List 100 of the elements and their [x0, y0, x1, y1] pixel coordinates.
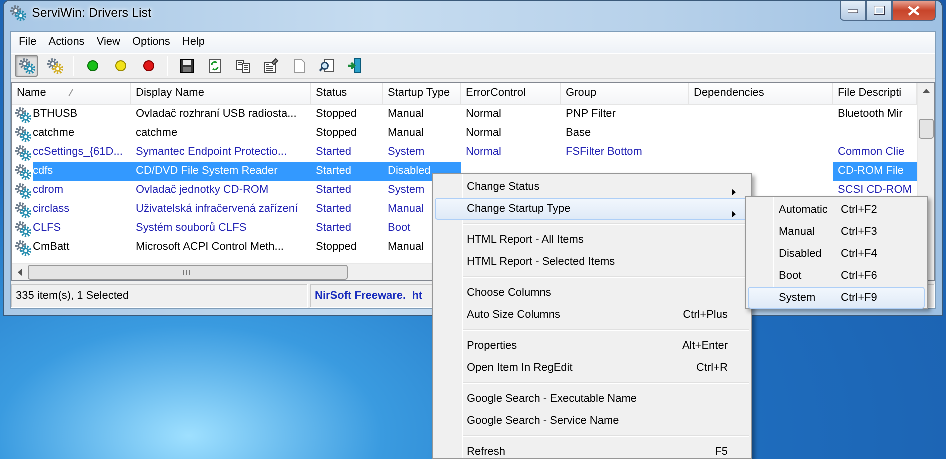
menu-item[interactable]: System Ctrl+F9: [748, 287, 925, 309]
menu-item[interactable]: File: [13, 32, 43, 52]
menu-item[interactable]: Google Search - Executable Name: [435, 388, 749, 410]
menu-item[interactable]: Properties Alt+Enter: [435, 335, 749, 357]
table-cell: Bluetooth Mir: [838, 108, 903, 120]
dot-icon: [112, 58, 128, 74]
table-cell: Normal: [466, 127, 502, 140]
table-cell: Base: [566, 127, 592, 140]
gears-icon: [15, 106, 31, 123]
dot-icon: [140, 58, 156, 74]
table-cell: Stopped: [316, 108, 357, 120]
menu-item[interactable]: Help: [176, 32, 212, 52]
close-icon: [908, 6, 920, 16]
driver-name[interactable]: cdrom: [33, 181, 64, 200]
left-arrow-icon: [18, 268, 22, 276]
table-cell: Manual: [388, 127, 424, 140]
maximize-icon: [874, 6, 884, 15]
maximize-button[interactable]: [866, 1, 892, 21]
menu-item[interactable]: Change Status: [435, 176, 749, 198]
gears-icon: [46, 58, 62, 74]
table-cell: Disabled: [388, 165, 431, 178]
table-cell: Started: [316, 146, 352, 158]
menu-item[interactable]: HTML Report - All Items: [435, 229, 749, 251]
column-header[interactable]: Name: [12, 83, 131, 104]
column-header[interactable]: Group: [561, 83, 689, 104]
dot-icon: [84, 58, 100, 74]
properties-icon: [262, 58, 278, 74]
menu-item[interactable]: HTML Report - Selected Items: [435, 251, 749, 273]
table-cell: CD-ROM File: [838, 165, 904, 178]
menu-item[interactable]: Choose Columns: [435, 282, 749, 304]
table-cell: Manual: [388, 203, 424, 216]
gears-icon: [15, 202, 31, 218]
menu-item[interactable]: Auto Size Columns Ctrl+Plus: [435, 304, 749, 326]
gears-icon: [15, 144, 31, 161]
table-cell: System: [388, 184, 425, 196]
scrollbar-thumb[interactable]: [918, 119, 934, 140]
submenu-arrow-icon: [732, 210, 736, 218]
column-header[interactable]: Status: [311, 83, 383, 104]
table-cell: Manual: [388, 241, 424, 254]
driver-name[interactable]: ccSettings_{61D...: [33, 143, 123, 162]
copy-icon: [234, 58, 250, 74]
table-cell: CD/DVD File System Reader: [136, 165, 278, 178]
minimize-button[interactable]: [840, 1, 866, 21]
window-title: ServiWin: Drivers List: [32, 5, 152, 21]
scrollbar-thumb[interactable]: [28, 264, 348, 280]
up-arrow-icon: [922, 89, 930, 94]
door-arrow-icon: [346, 58, 362, 74]
table-cell: System: [388, 146, 425, 158]
driver-name[interactable]: circlass: [33, 200, 70, 220]
table-cell: FSFilter Bottom: [566, 146, 642, 158]
table-cell: Ovladač rozhraní USB radiosta...: [136, 108, 297, 120]
refresh-document-icon: [206, 58, 222, 74]
menu-item[interactable]: Google Search - Service Name: [435, 410, 749, 432]
menu-item[interactable]: Disabled Ctrl+F4: [748, 243, 925, 265]
freeware-link[interactable]: NirSoft Freeware. ht: [315, 288, 423, 304]
table-cell: Started: [316, 203, 352, 216]
table-cell: PNP Filter: [566, 108, 616, 120]
menu-item[interactable]: Boot Ctrl+F6: [748, 265, 925, 287]
gears-icon: [15, 220, 31, 237]
column-header[interactable]: Dependencies: [689, 83, 833, 104]
table-cell: SCSI CD-ROM: [838, 184, 912, 196]
magnifier-icon: [318, 58, 334, 74]
gears-icon: [15, 182, 31, 199]
sort-indicator-icon: [68, 89, 74, 98]
gears-icon: [15, 126, 31, 142]
table-cell: Common Clie: [838, 146, 905, 158]
menu-item[interactable]: Open Item In RegEdit Ctrl+R: [435, 357, 749, 379]
column-header[interactable]: ErrorControl: [461, 83, 561, 104]
table-cell: Microsoft ACPI Control Meth...: [136, 241, 284, 254]
menu-item[interactable]: Refresh F5: [435, 441, 749, 459]
close-button[interactable]: [892, 1, 936, 21]
driver-name[interactable]: CmBatt: [33, 238, 70, 258]
table-cell: Normal: [466, 146, 502, 158]
gears-icon: [18, 58, 34, 74]
table-cell: Boot: [388, 222, 411, 234]
table-cell: Systém souborů CLFS: [136, 222, 247, 234]
gears-icon: [15, 240, 31, 256]
driver-name[interactable]: BTHUSB: [33, 105, 78, 124]
column-header[interactable]: File Descripti: [833, 83, 917, 104]
table-cell: Stopped: [316, 241, 357, 254]
menu-item[interactable]: View: [90, 32, 126, 52]
gears-icon: [15, 164, 31, 180]
menu-item[interactable]: Manual Ctrl+F3: [748, 221, 925, 243]
table-cell: Normal: [466, 108, 502, 120]
table-cell: Stopped: [316, 127, 357, 140]
table-cell: Manual: [388, 108, 424, 120]
menu-item[interactable]: Automatic Ctrl+F2: [748, 199, 925, 221]
table-cell: Uživatelská infračervená zařízení: [136, 203, 298, 216]
column-header[interactable]: Startup Type: [383, 83, 461, 104]
table-cell: Started: [316, 184, 352, 196]
driver-name[interactable]: catchme: [33, 124, 75, 144]
minimize-icon: [848, 8, 858, 12]
item-count: 335 item(s), 1 Selected: [16, 288, 130, 304]
driver-name[interactable]: CLFS: [33, 219, 62, 238]
column-header[interactable]: Display Name: [131, 83, 311, 104]
table-cell: Symantec Endpoint Protectio...: [136, 146, 288, 158]
table-cell: catchme: [136, 127, 178, 140]
menu-item[interactable]: Actions: [42, 32, 91, 52]
menu-item[interactable]: Options: [126, 32, 176, 52]
gears-icon: [10, 5, 26, 22]
